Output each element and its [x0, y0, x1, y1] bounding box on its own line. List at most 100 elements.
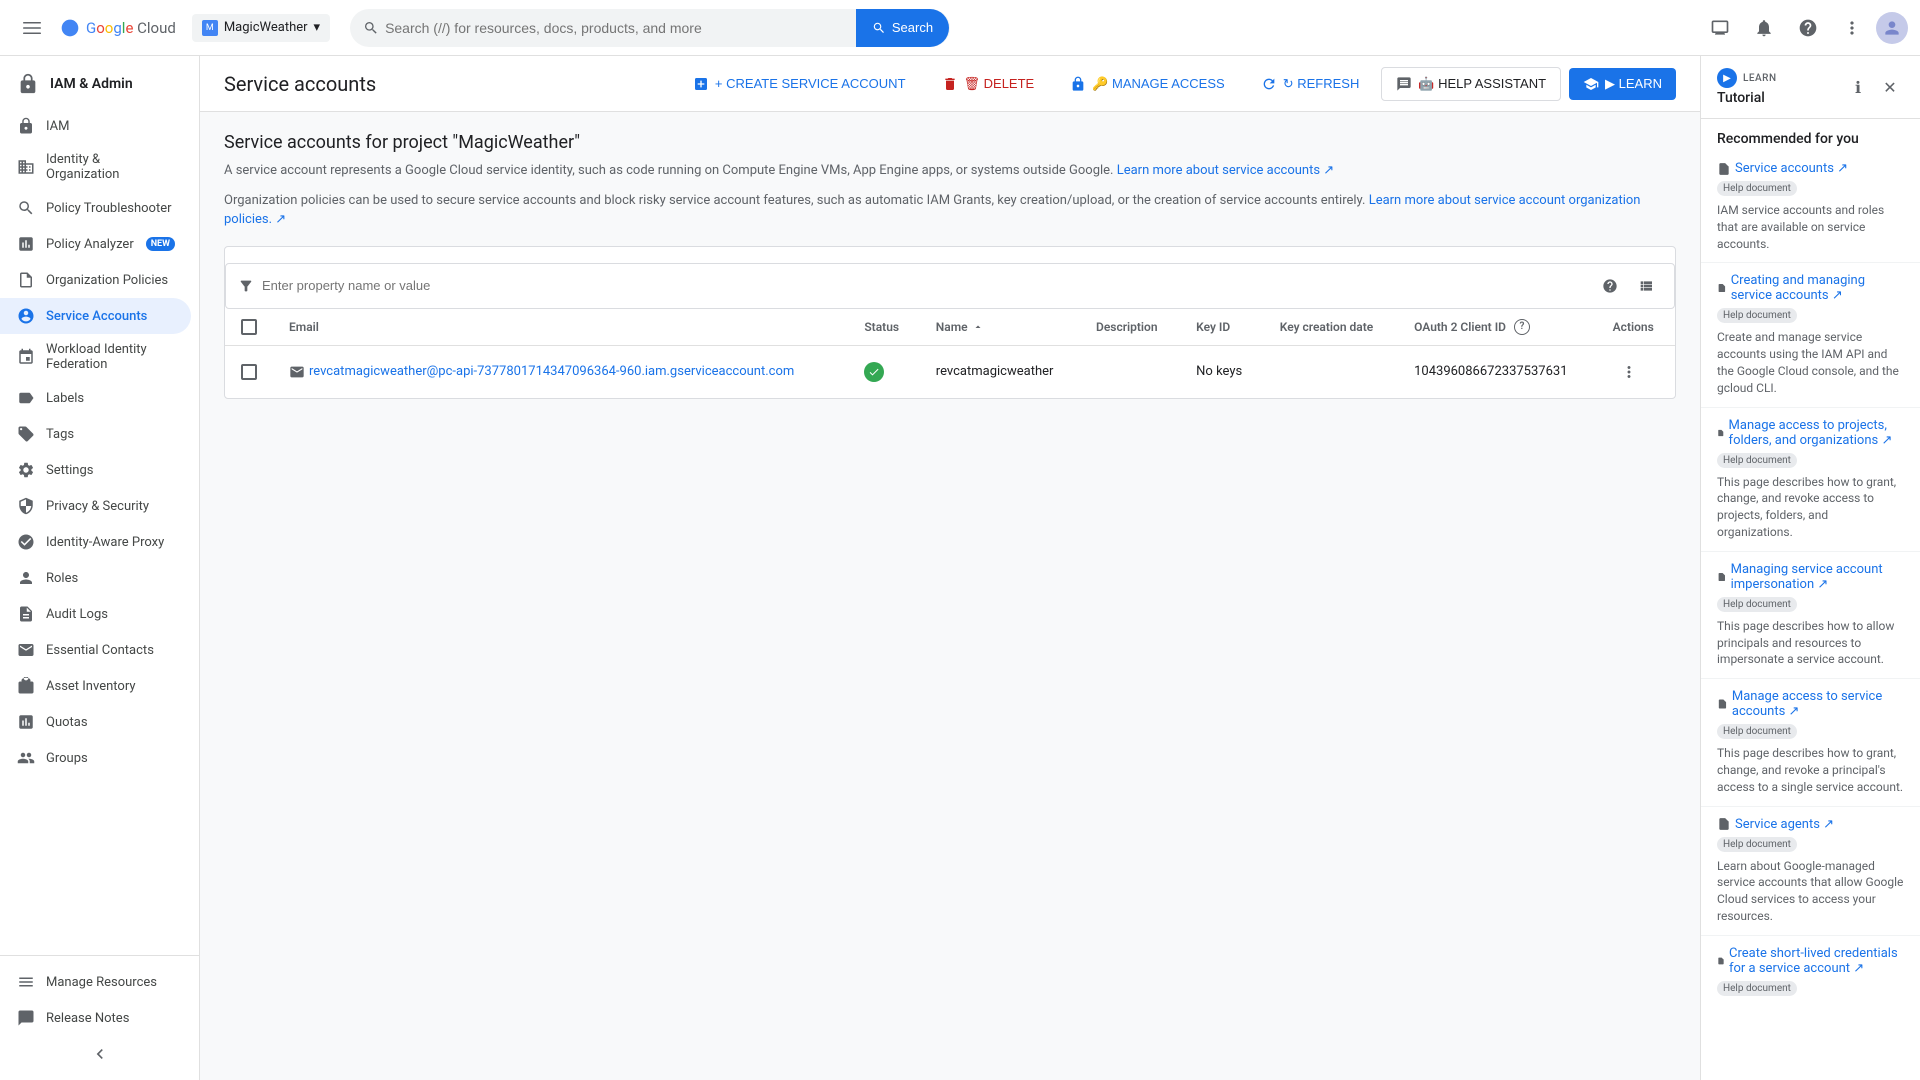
- right-panel-item-short-lived-link[interactable]: Create short-lived credentials for a ser…: [1717, 946, 1904, 976]
- sidebar-title: IAM & Admin: [50, 76, 133, 92]
- row-actions-button[interactable]: [1613, 356, 1645, 388]
- sidebar-item-labels[interactable]: Labels: [0, 380, 191, 416]
- row-key-id: No keys: [1180, 345, 1264, 398]
- monitor-icon-btn[interactable]: [1700, 8, 1740, 48]
- right-panel-item-manage-access-sa-badge: Help document: [1717, 724, 1797, 739]
- sidebar-item-policy-analyzer[interactable]: Policy Analyzer NEW: [0, 226, 191, 262]
- search-button[interactable]: Search: [856, 9, 949, 47]
- right-panel-item-impersonation-link[interactable]: Managing service account impersonation ↗: [1717, 562, 1904, 592]
- right-panel-info-btn[interactable]: ℹ: [1844, 73, 1872, 101]
- search-input[interactable]: [385, 20, 856, 36]
- refresh-button[interactable]: ↻ REFRESH: [1247, 68, 1374, 100]
- right-panel-item-service-agents: Service agents ↗ Help document Learn abo…: [1701, 807, 1920, 936]
- project-name: MagicWeather: [224, 20, 308, 35]
- right-panel-close-btn[interactable]: ✕: [1876, 73, 1904, 101]
- page-content: Service accounts for project "MagicWeath…: [200, 112, 1700, 1080]
- notifications-icon-btn[interactable]: [1744, 8, 1784, 48]
- tags-icon: [16, 424, 36, 444]
- filter-columns-btn[interactable]: [1630, 270, 1662, 302]
- right-panel-item-creating-managing-link[interactable]: Creating and managing service accounts ↗: [1717, 273, 1904, 303]
- sidebar-item-org-policies[interactable]: Organization Policies: [0, 262, 191, 298]
- sidebar-item-manage-resources-label: Manage Resources: [46, 975, 175, 990]
- status-active-badge: [864, 362, 884, 382]
- right-panel-item-short-lived-badge: Help document: [1717, 981, 1797, 996]
- user-avatar[interactable]: [1876, 12, 1908, 44]
- oauth2-help-icon[interactable]: ?: [1514, 319, 1530, 335]
- sidebar-item-asset-inventory[interactable]: Asset Inventory: [0, 668, 191, 704]
- right-panel-learn: ▶ LEARN: [1717, 68, 1777, 88]
- sidebar-item-audit-logs[interactable]: Audit Logs: [0, 596, 191, 632]
- right-panel-item-manage-access-link[interactable]: Manage access to projects, folders, and …: [1717, 418, 1904, 448]
- filter-input[interactable]: [262, 278, 1586, 293]
- menu-icon[interactable]: [12, 8, 52, 48]
- sidebar-item-iam[interactable]: IAM: [0, 108, 191, 144]
- header-actions: + CREATE SERVICE ACCOUNT 🗑 DELETE 🔑 MANA…: [679, 67, 1676, 101]
- sidebar-item-org-policies-label: Organization Policies: [46, 273, 175, 288]
- sidebar-item-quotas[interactable]: Quotas: [0, 704, 191, 740]
- groups-icon: [16, 748, 36, 768]
- learn-more-service-accounts-link[interactable]: Learn more about service accounts ↗: [1117, 163, 1334, 178]
- learn-button[interactable]: ▶ LEARN: [1569, 68, 1676, 100]
- right-panel-item-service-accounts-badge: Help document: [1717, 181, 1797, 196]
- right-panel-item-manage-access: Manage access to projects, folders, and …: [1701, 408, 1920, 552]
- iam-nav-icon: [16, 116, 36, 136]
- sidebar-item-tags[interactable]: Tags: [0, 416, 191, 452]
- row-description: [1080, 345, 1180, 398]
- sidebar-item-identity-org[interactable]: Identity & Organization: [0, 144, 191, 190]
- sidebar-item-workload-identity[interactable]: Workload Identity Federation: [0, 334, 191, 380]
- right-panel-header-icons: ℹ ✕: [1844, 73, 1904, 101]
- project-selector[interactable]: M MagicWeather ▾: [192, 14, 330, 42]
- topbar: Google Cloud M MagicWeather ▾ Search: [0, 0, 1920, 56]
- page-title: Service accounts: [224, 72, 663, 96]
- right-panel-item-manage-access-sa-link[interactable]: Manage access to service accounts ↗: [1717, 689, 1904, 719]
- sidebar-item-groups[interactable]: Groups: [0, 740, 191, 776]
- row-checkbox[interactable]: [241, 364, 257, 380]
- select-all-checkbox[interactable]: [241, 319, 257, 335]
- filter-help-btn[interactable]: [1594, 270, 1626, 302]
- sidebar-item-manage-resources[interactable]: Manage Resources: [0, 964, 191, 1000]
- sidebar-item-policy-troubleshooter-label: Policy Troubleshooter: [46, 201, 175, 216]
- delete-button[interactable]: 🗑 DELETE: [928, 68, 1049, 100]
- sidebar-item-essential-contacts[interactable]: Essential Contacts: [0, 632, 191, 668]
- right-panel-item-impersonation-desc: This page describes how to allow princip…: [1717, 618, 1904, 668]
- learn-label: LEARN: [1743, 73, 1777, 84]
- search-bar[interactable]: Search: [350, 9, 950, 47]
- topbar-icons: [1700, 8, 1908, 48]
- layout: IAM & Admin IAM Identity & Organization: [0, 56, 1920, 1080]
- policy-analyzer-icon: [16, 234, 36, 254]
- manage-access-button[interactable]: 🔑 MANAGE ACCESS: [1056, 68, 1239, 100]
- iam-admin-icon: [16, 72, 40, 96]
- audit-logs-icon: [16, 604, 36, 624]
- sidebar-item-essential-contacts-label: Essential Contacts: [46, 643, 175, 658]
- sidebar-item-settings[interactable]: Settings: [0, 452, 191, 488]
- page-description-1: A service account represents a Google Cl…: [224, 161, 1676, 181]
- right-panel-item-creating-managing: Creating and managing service accounts ↗…: [1701, 263, 1920, 407]
- sidebar-item-release-notes[interactable]: Release Notes: [0, 1000, 191, 1036]
- col-oauth2-client-id: OAuth 2 Client ID ?: [1398, 309, 1597, 346]
- service-account-email-link[interactable]: revcatmagicweather@pc-api-73778017143470…: [289, 364, 832, 380]
- right-panel-item-service-agents-link[interactable]: Service agents ↗: [1717, 817, 1904, 832]
- service-accounts-icon: [16, 306, 36, 326]
- help-icon-btn[interactable]: [1788, 8, 1828, 48]
- google-cloud-logo[interactable]: Google Cloud: [60, 18, 176, 38]
- right-panel-item-service-accounts-desc: IAM service accounts and roles that are …: [1717, 202, 1904, 252]
- sidebar-item-identity-aware-proxy[interactable]: Identity-Aware Proxy: [0, 524, 191, 560]
- right-panel-item-service-accounts-link[interactable]: Service accounts ↗: [1717, 161, 1904, 176]
- help-assistant-button[interactable]: 🤖 HELP ASSISTANT: [1381, 67, 1561, 101]
- col-key-creation-date: Key creation date: [1264, 309, 1398, 346]
- more-options-icon-btn[interactable]: [1832, 8, 1872, 48]
- sidebar-item-workload-identity-label: Workload Identity Federation: [46, 342, 175, 372]
- sidebar-item-policy-troubleshooter[interactable]: Policy Troubleshooter: [0, 190, 191, 226]
- sidebar-collapse-btn[interactable]: [0, 1036, 199, 1072]
- sidebar-item-roles[interactable]: Roles: [0, 560, 191, 596]
- project-dropdown-icon: ▾: [314, 20, 321, 35]
- table-header-row: Email Status Name: [225, 309, 1675, 346]
- right-panel-item-manage-access-sa-desc: This page describes how to grant, change…: [1717, 745, 1904, 795]
- sidebar-item-privacy-security[interactable]: Privacy & Security: [0, 488, 191, 524]
- roles-icon: [16, 568, 36, 588]
- create-service-account-button[interactable]: + CREATE SERVICE ACCOUNT: [679, 68, 920, 100]
- sidebar-item-service-accounts[interactable]: Service Accounts: [0, 298, 191, 334]
- col-actions: Actions: [1597, 309, 1675, 346]
- right-panel-item-manage-access-desc: This page describes how to grant, change…: [1717, 474, 1904, 541]
- right-panel-header: ▶ LEARN Tutorial ℹ ✕: [1701, 56, 1920, 119]
